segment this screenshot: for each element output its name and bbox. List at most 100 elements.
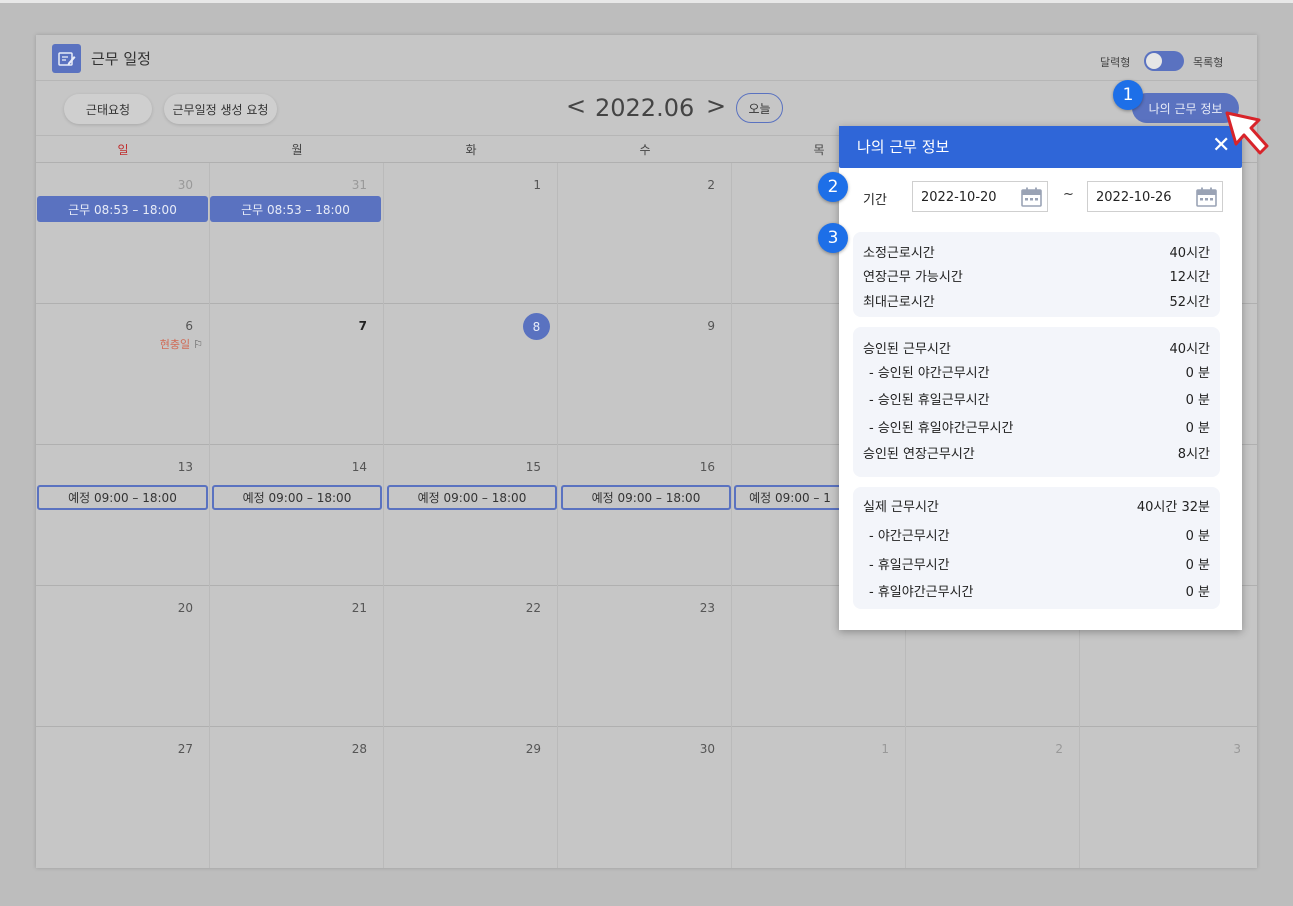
cursor-arrow-icon	[1225, 111, 1269, 155]
day-cell[interactable]: 2	[906, 727, 1080, 868]
next-month-button[interactable]: >	[706, 92, 726, 120]
calendar-week: 27 28 29 30 1 2 3	[36, 727, 1257, 868]
day-cell[interactable]: 8	[384, 304, 558, 445]
day-cell[interactable]: 15 예정 09:00 – 18:00	[384, 445, 558, 586]
day-number: 23	[699, 601, 715, 615]
stat-label: 승인된 연장근무시간	[863, 447, 975, 462]
day-cell[interactable]: 9	[558, 304, 732, 445]
day-cell[interactable]: 30 근무 08:53 – 18:00	[36, 163, 210, 304]
day-number: 13	[177, 460, 193, 474]
day-number: 1	[881, 742, 889, 756]
stat-label: 최대근로시간	[863, 295, 935, 310]
today-day-number: 8	[523, 313, 550, 340]
day-cell[interactable]: 3	[1080, 727, 1257, 868]
day-cell[interactable]: 29	[384, 727, 558, 868]
weekday-wed: 수	[639, 143, 651, 157]
day-cell[interactable]: 6 현충일 ⚐	[36, 304, 210, 445]
weekday-mon: 월	[291, 143, 303, 157]
top-border	[0, 0, 1293, 3]
day-number: 29	[525, 742, 541, 756]
toggle-knob	[1146, 53, 1162, 69]
planned-event[interactable]: 예정 09:00 – 1	[734, 485, 844, 510]
today-button[interactable]: 오늘	[736, 93, 783, 123]
attendance-request-button[interactable]: 근태요청	[64, 94, 152, 124]
day-cell[interactable]: 7	[210, 304, 384, 445]
schedule-request-button[interactable]: 근무일정 생성 요청	[164, 94, 277, 124]
stat-label: - 승인된 휴일근무시간	[869, 393, 990, 408]
stat-value: 40시간 32분	[1136, 500, 1210, 515]
work-event[interactable]: 근무 08:53 – 18:00	[37, 196, 208, 222]
approved-hours-box: 승인된 근무시간 40시간 - 승인된 야간근무시간 0 분 - 승인된 휴일근무시…	[853, 327, 1220, 477]
panel-header: 근무 일정 달력형 목록형	[36, 35, 1257, 81]
day-cell[interactable]: 1	[384, 163, 558, 304]
stat-value: 0 분	[1185, 366, 1210, 381]
day-cell[interactable]: 31 근무 08:53 – 18:00	[210, 163, 384, 304]
my-work-info-button[interactable]: 나의 근무 정보	[1132, 93, 1239, 123]
day-cell[interactable]: 14 예정 09:00 – 18:00	[210, 445, 384, 586]
stat-value: 0 분	[1185, 558, 1210, 573]
view-toggle[interactable]	[1144, 51, 1184, 71]
prev-month-button[interactable]: <	[566, 92, 586, 120]
planned-event[interactable]: 예정 09:00 – 18:00	[212, 485, 382, 510]
day-number: 2	[707, 178, 715, 192]
start-date-field[interactable]: 2022-10-20	[912, 181, 1048, 212]
day-cell[interactable]: 13 예정 09:00 – 18:00	[36, 445, 210, 586]
day-number: 3	[1233, 742, 1241, 756]
stat-label: 승인된 근무시간	[863, 342, 951, 357]
planned-event[interactable]: 예정 09:00 – 18:00	[561, 485, 731, 510]
page-title: 근무 일정	[91, 50, 151, 68]
stat-label: - 야간근무시간	[869, 529, 950, 544]
planned-event[interactable]: 예정 09:00 – 18:00	[387, 485, 557, 510]
stat-label: - 휴일야간근무시간	[869, 585, 974, 600]
day-cell[interactable]: 23	[558, 586, 732, 727]
period-label: 기간	[863, 193, 887, 208]
my-work-info-popup: 나의 근무 정보 ✕ 기간 2022-10-20 ~ 2022-10-26 소정…	[839, 126, 1242, 630]
schedule-edit-icon	[52, 44, 81, 73]
day-cell[interactable]: 30	[558, 727, 732, 868]
stat-value: 0 분	[1185, 585, 1210, 600]
stat-label: - 승인된 휴일야간근무시간	[869, 421, 1014, 436]
day-number: 15	[525, 460, 541, 474]
day-cell[interactable]: 20	[36, 586, 210, 727]
planned-event[interactable]: 예정 09:00 – 18:00	[37, 485, 208, 510]
weekday-tue: 화	[465, 143, 477, 157]
day-cell[interactable]: 2	[558, 163, 732, 304]
view-calendar-label[interactable]: 달력형	[1100, 54, 1130, 70]
stat-value: 40시간	[1169, 246, 1210, 261]
stat-value: 0 분	[1185, 421, 1210, 436]
popup-title: 나의 근무 정보	[857, 138, 950, 156]
end-date-field[interactable]: 2022-10-26	[1087, 181, 1223, 212]
day-number: 14	[351, 460, 367, 474]
day-cell[interactable]: 16 예정 09:00 – 18:00	[558, 445, 732, 586]
day-cell[interactable]: 28	[210, 727, 384, 868]
weekday-sun: 일	[117, 143, 129, 157]
step-badge-1: 1	[1113, 80, 1143, 110]
stat-label: 실제 근무시간	[863, 500, 939, 515]
actual-hours-box: 실제 근무시간 40시간 32분 - 야간근무시간 0 분 - 휴일근무시간 0 분 …	[853, 487, 1220, 609]
stat-value: 8시간	[1177, 447, 1210, 462]
flag-icon: ⚐	[193, 337, 203, 351]
day-number: 28	[351, 742, 367, 756]
day-cell[interactable]: 22	[384, 586, 558, 727]
day-cell[interactable]: 27	[36, 727, 210, 868]
stat-value: 40시간	[1169, 342, 1210, 357]
start-date-value: 2022-10-20	[921, 190, 997, 205]
view-list-label[interactable]: 목록형	[1193, 54, 1223, 70]
day-number: 27	[177, 742, 193, 756]
day-number: 9	[707, 319, 715, 333]
stat-label: 연장근무 가능시간	[863, 270, 963, 285]
day-number: 16	[699, 460, 715, 474]
day-cell[interactable]: 21	[210, 586, 384, 727]
stat-value: 12시간	[1169, 270, 1210, 285]
day-number: 30	[699, 742, 715, 756]
day-number: 20	[177, 601, 193, 615]
stat-label: 소정근로시간	[863, 246, 935, 261]
calendar-icon[interactable]	[1195, 186, 1218, 208]
work-event[interactable]: 근무 08:53 – 18:00	[210, 196, 381, 222]
calendar-icon[interactable]	[1020, 186, 1043, 208]
end-date-value: 2022-10-26	[1096, 190, 1172, 205]
stat-value: 52시간	[1169, 295, 1210, 310]
stat-label: - 휴일근무시간	[869, 558, 950, 573]
day-cell[interactable]: 1	[732, 727, 906, 868]
stat-label: - 승인된 야간근무시간	[869, 366, 990, 381]
